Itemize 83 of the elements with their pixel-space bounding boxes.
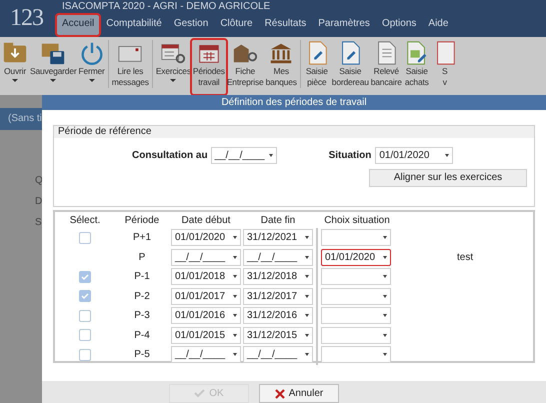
date-field[interactable]: 31/12/2021 xyxy=(243,229,313,246)
situation-dropdown[interactable] xyxy=(321,229,391,246)
ribbon-button[interactable]: Relevé bancaire xyxy=(370,40,403,94)
ribbon-button[interactable]: Lire les messages xyxy=(110,40,150,94)
ribbon-button[interactable]: Périodes travail xyxy=(192,40,226,94)
document-tab[interactable]: (Sans ti xyxy=(0,108,42,130)
column-header: Date fin xyxy=(260,214,296,228)
note-text: test xyxy=(457,250,474,265)
checkbox[interactable] xyxy=(79,310,91,322)
menu-tab[interactable]: Comptabilité xyxy=(101,15,167,35)
situation-dropdown[interactable] xyxy=(321,326,391,344)
situation-dropdown[interactable] xyxy=(321,346,391,364)
ribbon-button[interactable]: Ouvrir xyxy=(1,40,29,94)
situation-dropdown[interactable] xyxy=(321,288,391,305)
app-title: ISACOMPTA 2020 - AGRI - DEMO AGRICOLE xyxy=(61,0,272,13)
period-label: P-3 xyxy=(133,309,151,324)
period-label: P xyxy=(138,250,146,265)
ribbon-button[interactable]: Fermer xyxy=(77,40,106,94)
date-field[interactable]: __/__/____ xyxy=(243,248,313,266)
menu-tab[interactable]: Paramètres xyxy=(313,15,375,35)
cancel-button[interactable]: Annuler xyxy=(259,384,339,403)
column-header: Date début xyxy=(180,214,232,228)
background-label: D xyxy=(35,196,42,208)
checkbox[interactable] xyxy=(79,329,91,342)
checkmark-icon xyxy=(81,292,89,300)
column-header: Période xyxy=(124,214,160,228)
situation-dropdown[interactable] xyxy=(321,268,391,286)
menu-tab[interactable]: Résultats xyxy=(260,15,312,35)
situation-dropdown[interactable] xyxy=(321,307,391,324)
menu-tab[interactable]: Aide xyxy=(423,15,454,35)
date-field[interactable]: 31/12/2016 xyxy=(243,307,313,324)
date-field[interactable]: 01/01/2020 xyxy=(171,229,241,246)
date-field[interactable]: __/__/____ xyxy=(171,346,241,364)
column-header: Choix situation xyxy=(323,214,391,228)
date-field[interactable]: 01/01/2017 xyxy=(171,288,241,305)
date-field[interactable]: 01/01/2018 xyxy=(171,268,241,286)
caret-icon[interactable] xyxy=(88,79,95,82)
checkmark-icon xyxy=(194,389,206,398)
checkbox[interactable] xyxy=(79,270,91,283)
ribbon-button[interactable]: S v xyxy=(430,40,459,94)
consultation-label: Consultation au xyxy=(132,149,208,163)
date-field[interactable]: __/__/____ xyxy=(210,147,277,164)
background-label: Q xyxy=(35,175,42,187)
date-field[interactable]: 01/01/2015 xyxy=(171,326,241,344)
checkbox[interactable] xyxy=(79,232,91,244)
background-label: S xyxy=(35,217,42,229)
date-field[interactable]: __/__/____ xyxy=(243,346,313,364)
caret-icon[interactable] xyxy=(50,79,56,82)
app-logo: 123 xyxy=(9,4,44,33)
ribbon-button[interactable]: Saisie bordereau xyxy=(330,40,370,94)
date-field[interactable]: 01/01/2020 xyxy=(375,147,454,164)
dialog-title: Définition des périodes de travail xyxy=(42,95,546,110)
menu-tab[interactable]: Accueil xyxy=(57,15,100,35)
checkbox[interactable] xyxy=(79,290,91,302)
caret-icon[interactable] xyxy=(170,79,176,82)
checkbox[interactable] xyxy=(79,348,91,361)
ribbon-button[interactable]: Mes banques xyxy=(264,40,298,94)
date-field[interactable]: 31/12/2015 xyxy=(243,326,313,344)
caret-icon[interactable] xyxy=(12,79,18,82)
period-label: P-4 xyxy=(133,328,151,343)
column-header: Sélect. xyxy=(68,214,102,228)
power-icon xyxy=(78,40,105,66)
situation-label: Situation xyxy=(328,149,372,163)
situation-dropdown[interactable]: 01/01/2020 xyxy=(321,248,391,266)
period-label: P-1 xyxy=(133,270,151,284)
date-field[interactable]: 31/12/2018 xyxy=(243,268,313,286)
close-icon xyxy=(274,388,285,398)
date-field[interactable]: __/__/____ xyxy=(171,248,241,266)
ribbon-button[interactable]: Saisie pièce xyxy=(302,40,331,94)
checkmark-icon xyxy=(81,272,89,281)
ribbon-button[interactable]: Sauvegarder xyxy=(29,40,78,94)
group-legend: Période de référence xyxy=(54,126,534,138)
ribbon-button[interactable]: Exercices xyxy=(154,40,192,94)
menu-tab[interactable]: Gestion xyxy=(168,15,214,35)
align-button[interactable]: Aligner sur les exercices xyxy=(369,169,527,187)
date-field[interactable]: 31/12/2017 xyxy=(243,288,313,305)
date-field[interactable]: 01/01/2016 xyxy=(171,307,241,324)
period-label: P-2 xyxy=(133,290,151,304)
ribbon-button[interactable]: Saisie achats xyxy=(402,40,431,94)
menu-tab[interactable]: Options xyxy=(376,15,422,35)
period-label: P+1 xyxy=(132,231,152,246)
period-label: P-5 xyxy=(133,348,151,362)
menu-tab[interactable]: Clôture xyxy=(215,15,258,35)
